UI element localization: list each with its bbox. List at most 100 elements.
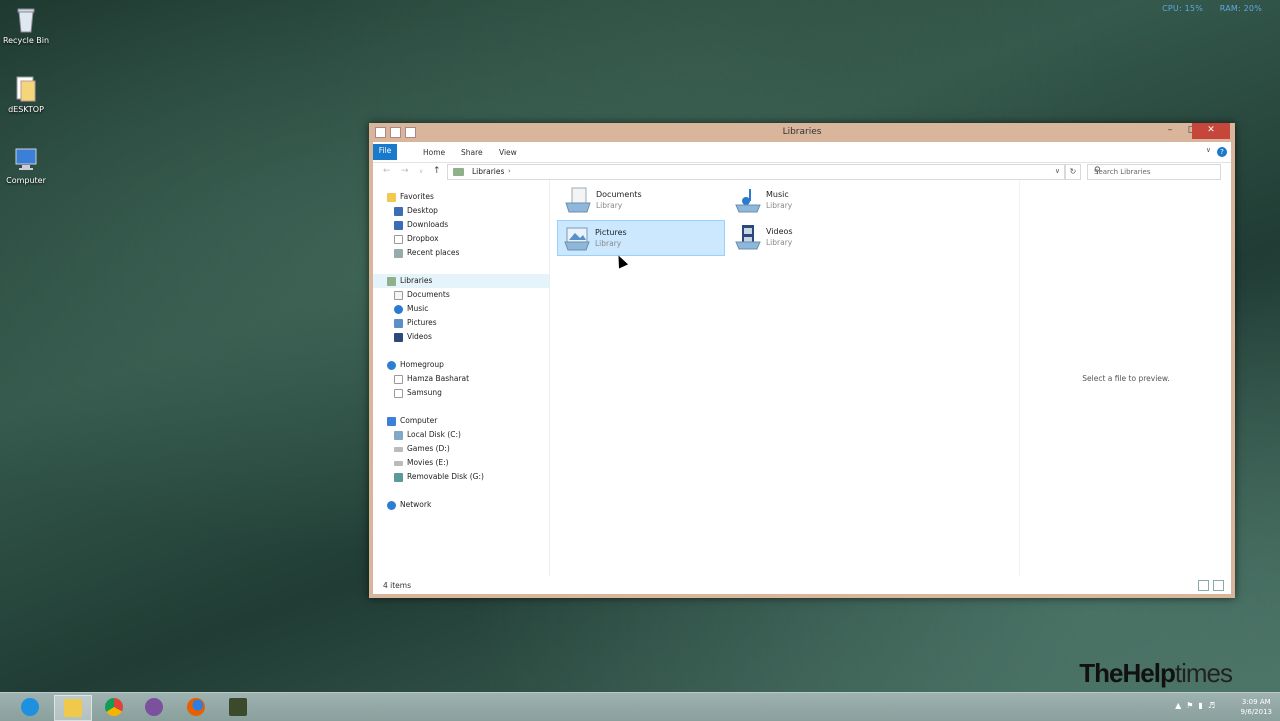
address-dropdown-icon[interactable]: ∨ (1055, 167, 1060, 175)
tile-name: Documents (596, 190, 642, 199)
clock[interactable]: 3:09 AM 9/6/2013 (1241, 697, 1272, 717)
taskbar-internet-explorer[interactable] (12, 695, 48, 719)
forward-button[interactable]: → (401, 166, 409, 176)
navigation-pane[interactable]: Favorites Desktop Downloads Dropbox Rece… (373, 180, 550, 576)
nav-dropbox[interactable]: Dropbox (394, 232, 439, 246)
viber-icon (145, 698, 163, 716)
tile-name: Music (766, 190, 789, 199)
main-area: Favorites Desktop Downloads Dropbox Rece… (373, 180, 1231, 576)
cpu-usage: CPU: 15% (1162, 4, 1204, 13)
expand-ribbon-icon[interactable]: ∨ (1206, 146, 1211, 154)
address-bar[interactable]: Libraries › ∨ (447, 164, 1065, 180)
nav-network[interactable]: Network (387, 498, 431, 512)
network-icon (387, 500, 396, 510)
music-icon (734, 187, 762, 213)
app-icon (229, 698, 247, 716)
tab-home[interactable]: Home (417, 146, 451, 161)
desktop-icon-label: Recycle Bin (2, 36, 50, 45)
clock-time: 3:09 AM (1241, 698, 1271, 706)
tile-subtitle: Library (766, 238, 793, 247)
library-tile-music[interactable]: Music Library (729, 183, 895, 217)
window-title: Libraries (782, 127, 822, 137)
nav-recent-places[interactable]: Recent places (394, 246, 459, 260)
details-view-icon[interactable] (1198, 580, 1209, 591)
nav-home-samsung[interactable]: Samsung (394, 386, 442, 400)
content-pane: Documents Library Music Library Pictures… (550, 180, 1018, 576)
taskbar-app[interactable] (220, 695, 256, 719)
large-icons-view-icon[interactable] (1213, 580, 1224, 591)
search-input[interactable]: Search Libraries ⚲ (1087, 164, 1221, 180)
desktop-icon-computer[interactable]: Computer (0, 146, 52, 185)
nav-drive-e[interactable]: Movies (E:) (394, 456, 449, 470)
search-icon[interactable]: ⚲ (1094, 166, 1216, 176)
nav-favorites[interactable]: Favorites (387, 190, 434, 204)
watermark-logo: TheHelptimes (1079, 658, 1233, 688)
nav-computer[interactable]: Computer (387, 414, 437, 428)
address-row: ← → ∨ ↑ Libraries › ∨ ↻ Search Libraries… (373, 163, 1231, 180)
nav-lib-pictures[interactable]: Pictures (394, 316, 437, 330)
up-button[interactable]: ↑ (433, 166, 441, 176)
pictures-icon (563, 225, 591, 251)
minimize-button[interactable]: – (1159, 123, 1181, 139)
videos-icon (394, 332, 403, 342)
system-tray[interactable]: ▲⚑▮♬ (1175, 701, 1220, 710)
preview-message: Select a file to preview. (1082, 374, 1170, 383)
downloads-icon (394, 220, 403, 230)
homegroup-icon (387, 360, 396, 370)
nav-libraries[interactable]: Libraries (373, 274, 549, 288)
recycle-bin-icon (13, 6, 39, 34)
tab-view[interactable]: View (493, 146, 523, 161)
taskbar-viber[interactable] (136, 695, 172, 719)
hard-drive-icon (394, 430, 403, 440)
explorer-window: Libraries – □ ✕ File Home Share View ∨ ?… (369, 123, 1235, 598)
documents-icon (394, 290, 403, 300)
pictures-icon (394, 318, 403, 328)
back-button[interactable]: ← (383, 166, 391, 176)
library-tile-pictures[interactable]: Pictures Library (557, 220, 725, 256)
nav-lib-music[interactable]: Music (394, 302, 428, 316)
system-monitor: CPU: 15% RAM: 20% (1148, 4, 1262, 13)
user-icon (394, 388, 403, 398)
star-icon (387, 192, 396, 202)
breadcrumb-libraries[interactable]: Libraries (472, 167, 504, 176)
computer-icon (13, 146, 39, 174)
nav-drive-d[interactable]: Games (D:) (394, 442, 450, 456)
status-bar: 4 items (373, 576, 1231, 594)
nav-lib-documents[interactable]: Documents (394, 288, 450, 302)
tab-share[interactable]: Share (455, 146, 489, 161)
desktop-icon-recycle-bin[interactable]: Recycle Bin (0, 6, 52, 45)
library-tile-documents[interactable]: Documents Library (559, 183, 725, 217)
user-icon (394, 374, 403, 384)
firefox-icon (187, 698, 205, 716)
chrome-icon (105, 698, 123, 716)
title-bar[interactable]: Libraries – □ ✕ (369, 123, 1235, 142)
help-icon[interactable]: ? (1217, 147, 1227, 157)
nav-drive-g[interactable]: Removable Disk (G:) (394, 470, 484, 484)
tab-file[interactable]: File (373, 144, 397, 160)
hard-drive-icon (394, 446, 403, 452)
nav-homegroup[interactable]: Homegroup (387, 358, 444, 372)
desktop-icon-desktop-folder[interactable]: dESKTOP (0, 75, 52, 114)
breadcrumb-arrow-icon[interactable]: › (508, 167, 511, 175)
nav-home-hamza[interactable]: Hamza Basharat (394, 372, 469, 386)
libraries-small-icon (453, 168, 464, 176)
recent-locations-icon[interactable]: ∨ (419, 168, 423, 175)
close-button[interactable]: ✕ (1192, 123, 1230, 139)
nav-desktop[interactable]: Desktop (394, 204, 438, 218)
nav-downloads[interactable]: Downloads (394, 218, 448, 232)
nav-drive-c[interactable]: Local Disk (C:) (394, 428, 461, 442)
hard-drive-icon (394, 460, 403, 466)
nav-lib-videos[interactable]: Videos (394, 330, 432, 344)
internet-explorer-icon (21, 698, 39, 716)
preview-pane: Select a file to preview. (1019, 180, 1232, 576)
taskbar: ▲⚑▮♬ 3:09 AM 9/6/2013 (0, 692, 1280, 721)
refresh-button[interactable]: ↻ (1065, 164, 1081, 180)
taskbar-firefox[interactable] (178, 695, 214, 719)
music-icon (394, 304, 403, 314)
file-explorer-icon (64, 699, 82, 717)
taskbar-file-explorer[interactable] (54, 695, 92, 721)
library-tile-videos[interactable]: Videos Library (729, 220, 895, 254)
clock-date: 9/6/2013 (1240, 708, 1272, 716)
videos-icon (734, 224, 762, 250)
taskbar-chrome[interactable] (96, 695, 132, 719)
